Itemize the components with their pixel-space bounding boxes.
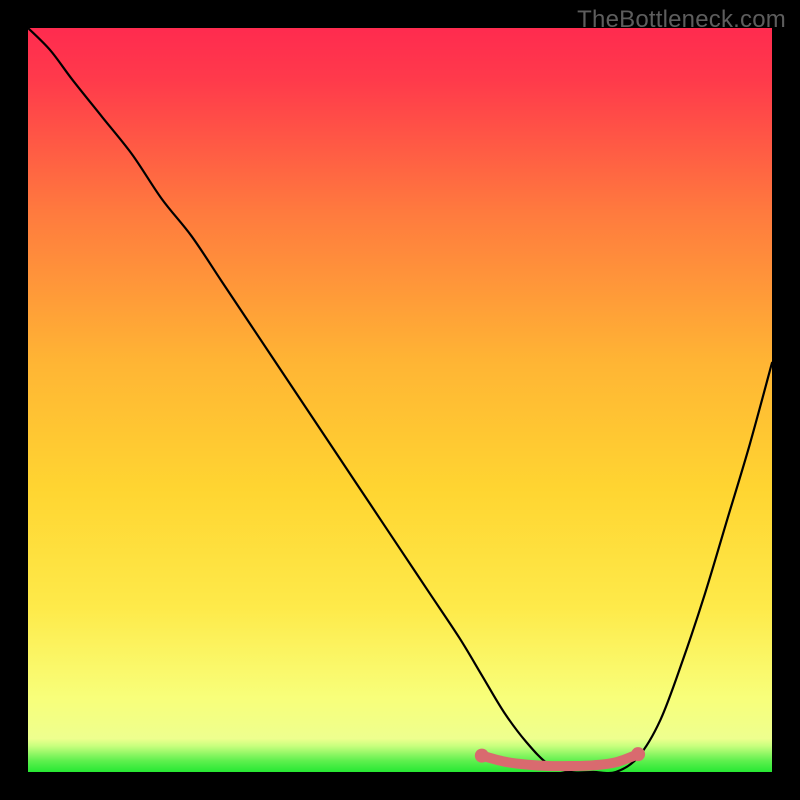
bottleneck-chart [28,28,772,772]
optimal-end-dot [631,747,645,761]
optimal-mid-dot [545,762,553,770]
chart-stage: TheBottleneck.com [0,0,800,800]
optimal-mid-dot [567,762,575,770]
plot-area [28,28,772,772]
optimal-mid-dot [500,757,508,765]
optimal-mid-dot [522,760,530,768]
optimal-mid-dot [612,758,620,766]
optimal-start-dot [475,749,489,763]
gradient-background [28,28,772,772]
optimal-mid-dot [589,761,597,769]
